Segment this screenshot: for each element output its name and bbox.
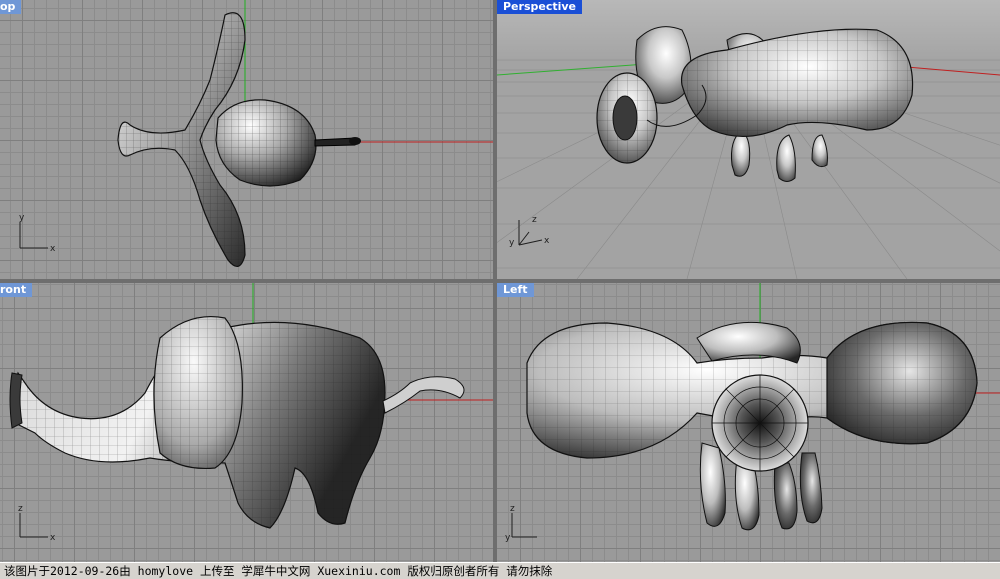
left-viewport[interactable]: y z Left [497,283,1000,562]
elephant-top-model [117,12,361,267]
front-viewport-canvas: x z [9,283,493,543]
axis-z-label: z [510,504,515,514]
elephant-front-model [9,315,465,529]
left-viewport-canvas: y z [505,283,1000,543]
top-viewport[interactable]: x y op [0,0,493,279]
perspective-viewport[interactable]: x y z Perspective [497,0,1000,279]
tab-perspective-viewport[interactable]: Perspective [497,0,583,14]
tab-top-viewport[interactable]: op [0,0,22,14]
axis-z-label: z [18,504,23,514]
axis-triad [511,513,537,538]
axis-z-label: z [532,215,537,225]
front-viewport[interactable]: x z ront [0,283,493,562]
perspective-viewport-canvas: x y z [497,0,1000,279]
axis-triad [19,222,48,249]
axis-triad [19,513,48,538]
axis-x-label: x [50,244,56,254]
tab-left-viewport[interactable]: Left [497,283,534,297]
axis-x-label: x [50,533,56,543]
elephant-left-model [526,321,978,531]
axis-x-label: x [544,236,550,246]
axis-y-label: y [509,238,515,248]
status-bar: 该图片于2012-09-26由 homylove 上传至 学犀牛中文网 Xuex… [0,562,1000,579]
tab-front-viewport[interactable]: ront [0,283,33,297]
axis-y-label: y [505,533,511,543]
axis-y-label: y [19,213,25,223]
top-viewport-canvas: x y [19,0,493,267]
